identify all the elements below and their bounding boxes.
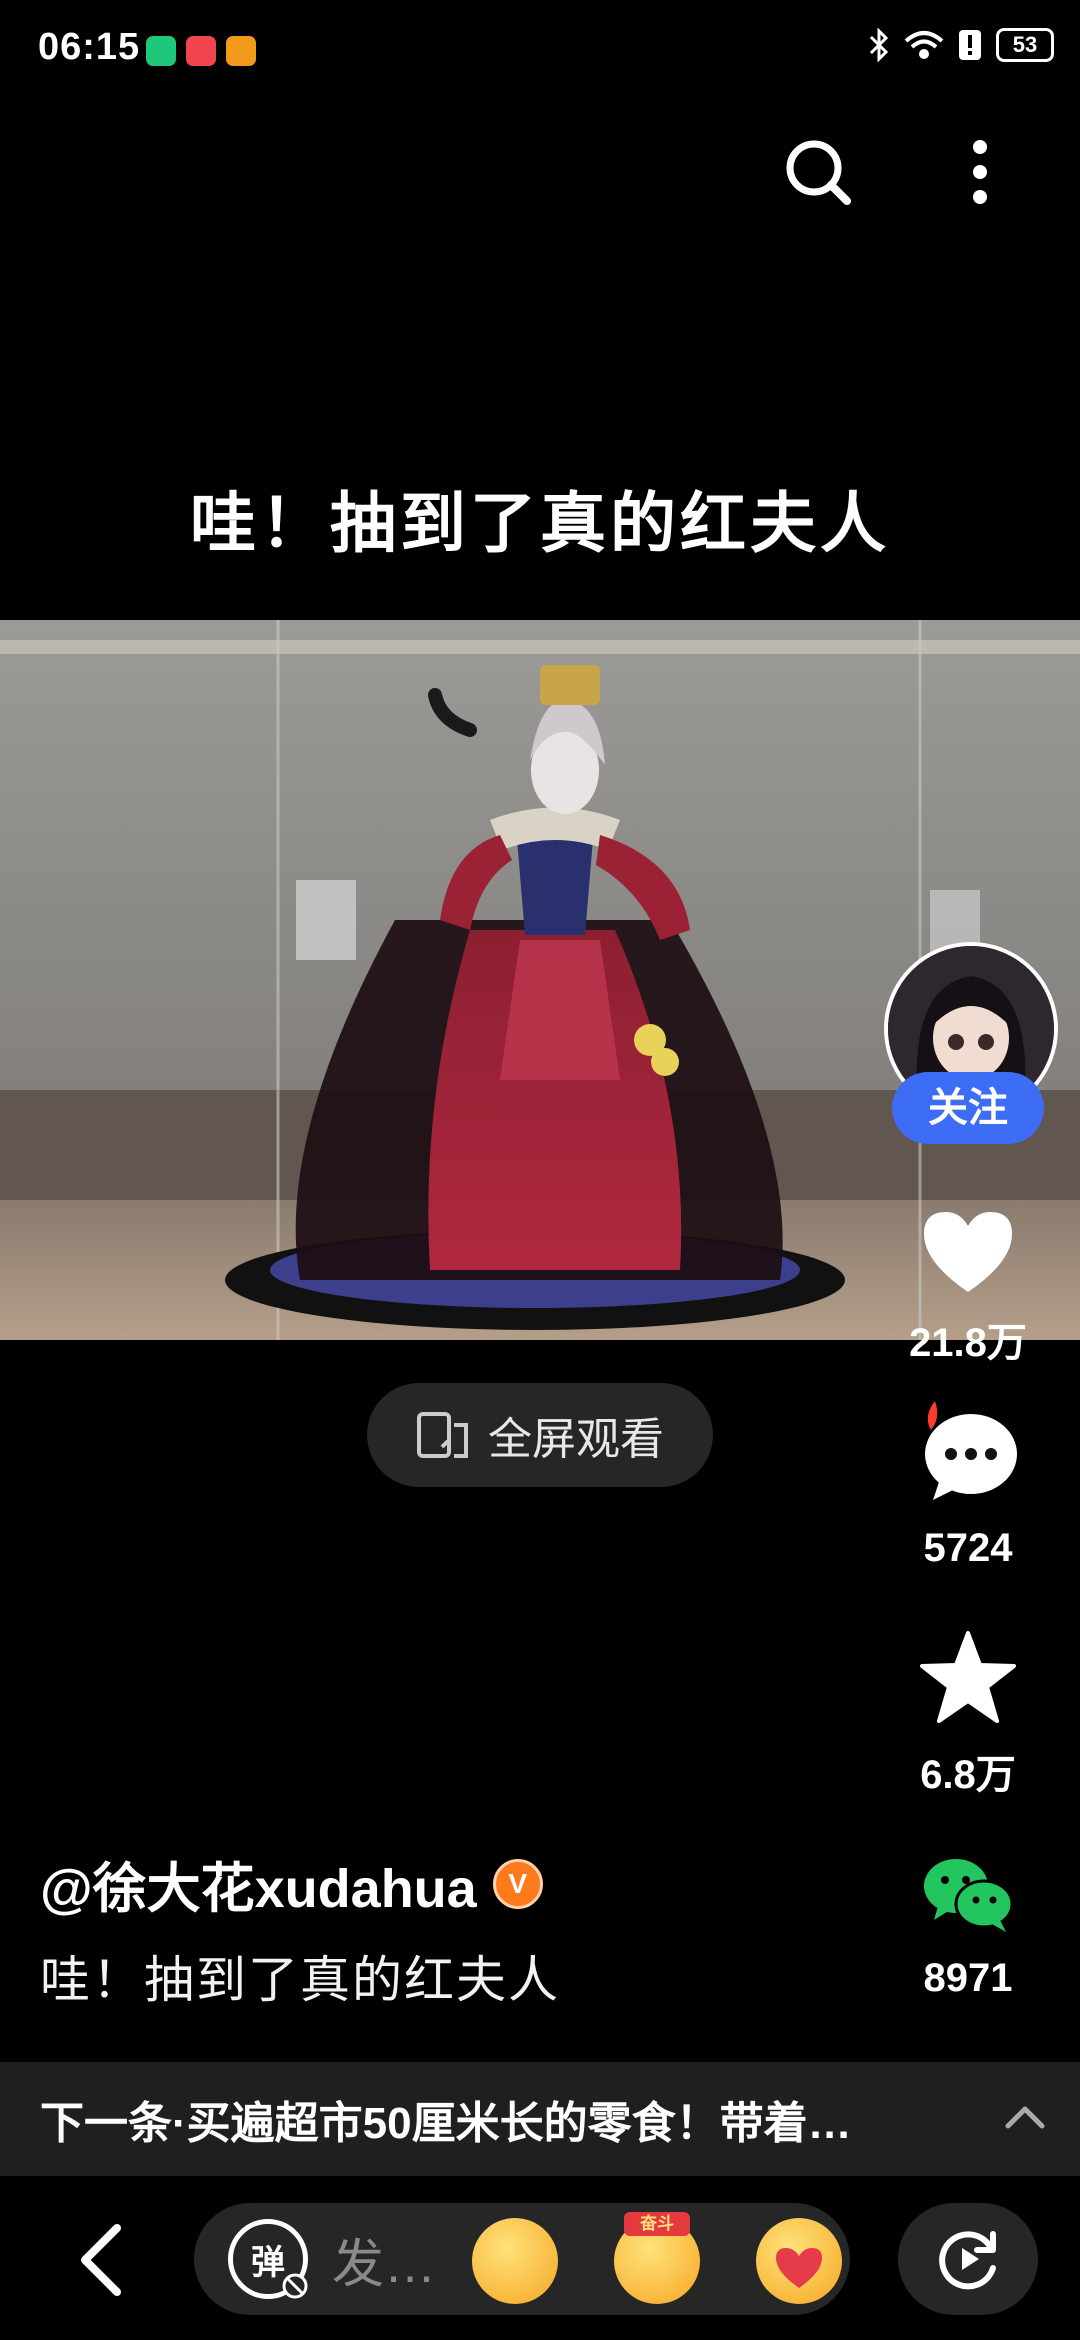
fighting-emoji-badge: 奋斗 xyxy=(624,2212,690,2236)
video-title: 哇！抽到了真的红夫人 xyxy=(190,486,890,560)
status-time: 06:15 xyxy=(38,26,141,68)
comment-button[interactable] xyxy=(900,1396,1036,1506)
search-button[interactable] xyxy=(778,132,858,212)
status-indicators: 53 xyxy=(868,28,1054,62)
fullscreen-label: 全屏观看 xyxy=(488,1415,664,1464)
back-arrow-icon xyxy=(81,2224,121,2296)
comment-icon xyxy=(925,1401,1017,1500)
next-video-bar[interactable]: 下一条·买遍超市50厘米长的零食！带着… xyxy=(0,2062,1080,2176)
battery-icon: 53 xyxy=(996,28,1054,62)
fighting-emoji-icon[interactable]: 奋斗 xyxy=(614,2212,700,2304)
wifi-icon xyxy=(904,31,944,59)
favorite-button[interactable] xyxy=(900,1622,1036,1732)
favorite-count: 6.8万 xyxy=(920,1753,1016,1797)
fullscreen-icon xyxy=(417,1412,468,1458)
hourglass-app-icon xyxy=(146,36,176,66)
danmu-toggle-icon[interactable]: 弹 xyxy=(228,2219,308,2299)
bluetooth-icon xyxy=(869,28,889,62)
wechat-icon xyxy=(924,1859,1014,1932)
chevron-up-icon[interactable] xyxy=(1000,2092,1050,2142)
like-count: 21.8万 xyxy=(909,1321,1027,1365)
author-row[interactable]: @徐大花xudahua V xyxy=(40,1844,543,1923)
video-caption: 哇！抽到了真的红夫人 xyxy=(40,1952,560,2008)
alert-icon xyxy=(959,30,981,60)
heart-icon xyxy=(924,1212,1012,1292)
danmu-label: 弹 xyxy=(251,2243,285,2282)
more-button[interactable] xyxy=(940,132,1020,212)
back-button[interactable] xyxy=(60,2210,140,2310)
love-emoji-icon[interactable] xyxy=(756,2218,842,2304)
smirk-emoji-icon[interactable] xyxy=(472,2218,558,2304)
share-wechat-button[interactable] xyxy=(900,1840,1036,1950)
danmu-off-icon xyxy=(282,2273,308,2299)
replay-icon xyxy=(939,2231,996,2290)
red-app-icon xyxy=(186,36,216,66)
orange-app-icon xyxy=(226,36,256,66)
heart-hug-icon xyxy=(776,2248,822,2288)
like-button[interactable] xyxy=(900,1196,1036,1306)
next-video-text: 下一条·买遍超市50厘米长的零食！带着… xyxy=(40,2099,852,2148)
fullscreen-button[interactable]: 全屏观看 xyxy=(367,1383,713,1487)
status-bar: 06:15 53 xyxy=(0,0,1080,100)
replay-button[interactable] xyxy=(898,2203,1038,2315)
verified-badge-icon: V xyxy=(492,1858,543,1909)
share-count: 8971 xyxy=(923,1956,1013,2000)
author-name[interactable]: @徐大花xudahua xyxy=(40,1844,477,1923)
danmu-input-placeholder: 发… xyxy=(332,2235,437,2294)
follow-button[interactable]: 关注 xyxy=(892,1072,1044,1144)
more-icon xyxy=(973,140,987,204)
search-icon xyxy=(786,140,851,205)
star-icon xyxy=(920,1631,1016,1723)
comment-count: 5724 xyxy=(923,1526,1013,1570)
